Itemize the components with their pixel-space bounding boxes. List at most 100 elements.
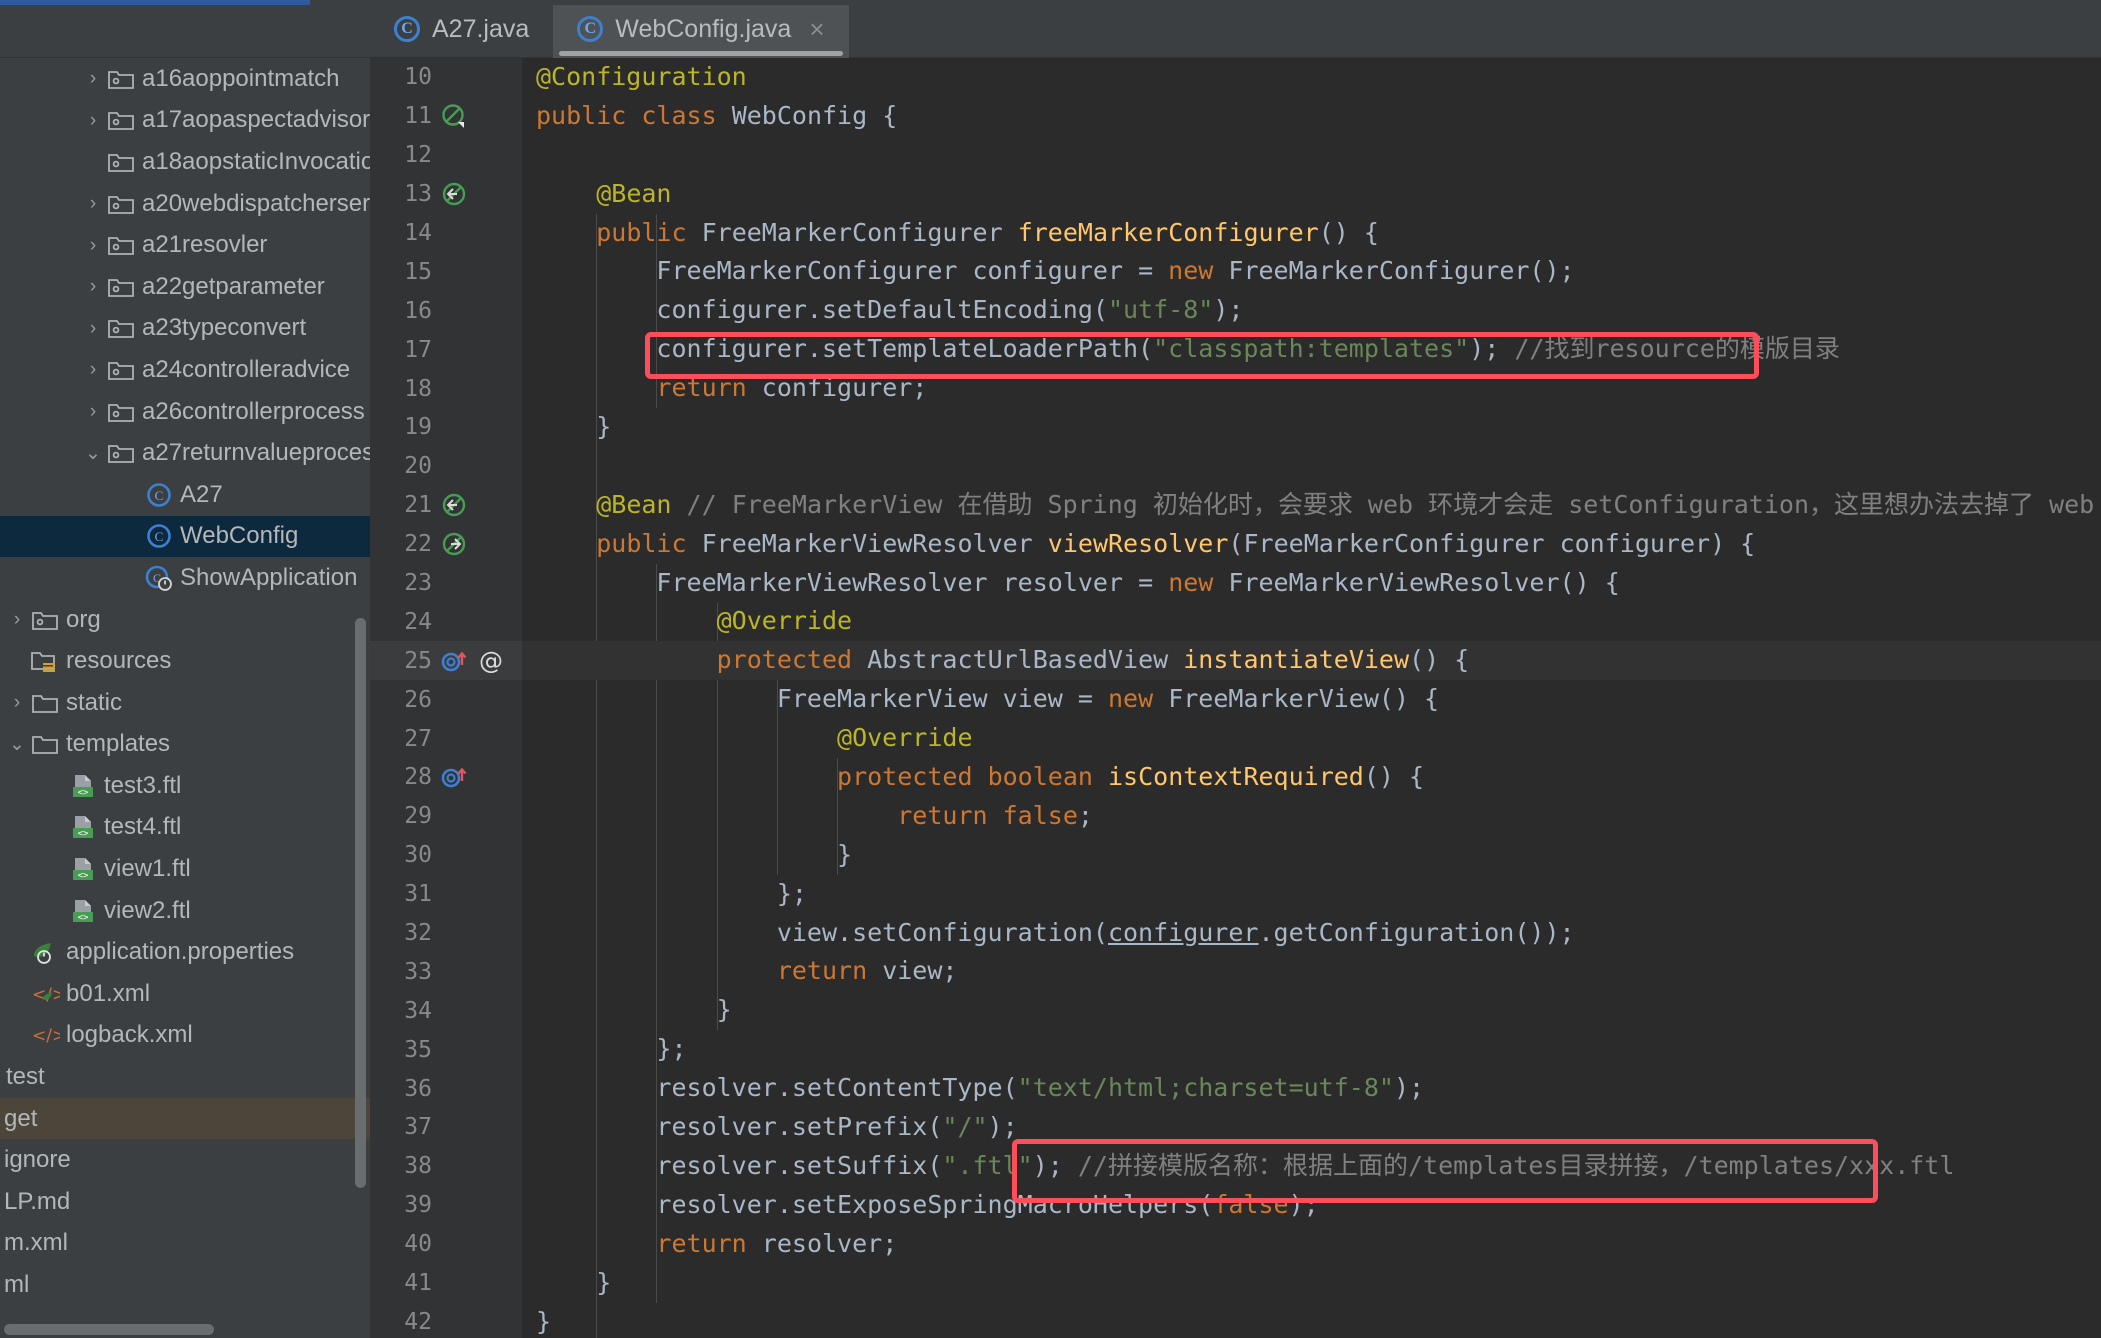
tree-item-ignore[interactable]: ignore [0, 1139, 370, 1181]
tree-item-resources[interactable]: resources [0, 640, 370, 682]
code-line-10[interactable]: @Configuration [522, 58, 2101, 97]
tree-item-a27[interactable]: C A27 [0, 474, 370, 516]
gutter-line-19[interactable]: 19 [370, 408, 522, 447]
code-line-18[interactable]: return configurer; [522, 369, 2101, 408]
tree-item-a17aopaspectadvisor[interactable]: › a17aopaspectadvisor [0, 100, 370, 142]
tree-item-a20webdispatcherserv[interactable]: › a20webdispatcherserv [0, 183, 370, 225]
code-line-32[interactable]: view.setConfiguration(configurer.getConf… [522, 914, 2101, 953]
gutter-line-26[interactable]: 26 [370, 680, 522, 719]
code-line-34[interactable]: } [522, 991, 2101, 1030]
code-line-19[interactable]: } [522, 408, 2101, 447]
gutter-line-27[interactable]: 27 [370, 719, 522, 758]
bean-method-marker-icon[interactable] [440, 491, 468, 519]
code-line-33[interactable]: return view; [522, 952, 2101, 991]
chevron-right-icon[interactable]: › [82, 277, 104, 296]
gutter-line-18[interactable]: 18 [370, 369, 522, 408]
code-line-40[interactable]: return resolver; [522, 1225, 2101, 1264]
tree-item-static[interactable]: › static [0, 682, 370, 724]
code-line-17[interactable]: configurer.setTemplateLoaderPath("classp… [522, 330, 2101, 369]
tree-item-a18aopstaticinvocatio[interactable]: a18aopstaticInvocatio [0, 141, 370, 183]
chevron-right-icon[interactable]: › [6, 610, 28, 629]
tree-item-a16aoppointmatch[interactable]: › a16aoppointmatch [0, 58, 370, 100]
gutter-line-31[interactable]: 31 [370, 875, 522, 914]
code-line-20[interactable] [522, 447, 2101, 486]
project-tree-horizontal-scrollbar[interactable] [0, 1320, 370, 1338]
gutter-line-16[interactable]: 16 [370, 291, 522, 330]
tree-item-m-xml[interactable]: m.xml [0, 1223, 370, 1265]
gutter-line-22[interactable]: 22 [370, 525, 522, 564]
code-line-36[interactable]: resolver.setContentType("text/html;chars… [522, 1069, 2101, 1108]
code-line-11[interactable]: public class WebConfig { [522, 97, 2101, 136]
gutter-line-20[interactable]: 20 [370, 447, 522, 486]
tree-item-a21resovler[interactable]: › a21resovler [0, 224, 370, 266]
code-line-16[interactable]: configurer.setDefaultEncoding("utf-8"); [522, 291, 2101, 330]
code-line-26[interactable]: FreeMarkerView view = new FreeMarkerView… [522, 680, 2101, 719]
gutter-line-38[interactable]: 38 [370, 1147, 522, 1186]
code-line-13[interactable]: @Bean [522, 175, 2101, 214]
override-method-marker-icon[interactable] [440, 763, 472, 791]
gutter-line-10[interactable]: 10 [370, 58, 522, 97]
tree-item-a22getparameter[interactable]: › a22getparameter [0, 266, 370, 308]
code-line-27[interactable]: @Override [522, 719, 2101, 758]
tree-item-application-properties[interactable]: application.properties [0, 931, 370, 973]
code-line-14[interactable]: public FreeMarkerConfigurer freeMarkerCo… [522, 214, 2101, 253]
tree-item-test4-ftl[interactable]: <> test4.ftl [0, 807, 370, 849]
code-line-23[interactable]: FreeMarkerViewResolver resolver = new Fr… [522, 564, 2101, 603]
chevron-right-icon[interactable]: › [6, 693, 28, 712]
code-line-35[interactable]: }; [522, 1030, 2101, 1069]
bean-method-marker-icon[interactable] [440, 180, 468, 208]
gutter-line-36[interactable]: 36 [370, 1069, 522, 1108]
code-line-21[interactable]: @Bean // FreeMarkerView 在借助 Spring 初始化时，… [522, 486, 2101, 525]
gutter-line-14[interactable]: 14 [370, 214, 522, 253]
tree-item-view2-ftl[interactable]: <> view2.ftl [0, 890, 370, 932]
code-line-12[interactable] [522, 136, 2101, 175]
tree-item-get[interactable]: get [0, 1097, 370, 1140]
project-tree-panel[interactable]: › a16aoppointmatch › a17aopaspectadvisor a1… [0, 58, 370, 1338]
chevron-right-icon[interactable]: › [82, 360, 104, 379]
gutter-line-32[interactable]: 32 [370, 914, 522, 953]
code-lines[interactable]: @Configuration public class WebConfig { @… [522, 58, 2101, 1338]
code-line-30[interactable]: } [522, 836, 2101, 875]
close-icon[interactable]: × [809, 14, 824, 45]
annotation-at-icon[interactable]: @ [476, 647, 506, 675]
tree-item-logback-xml[interactable]: </> logback.xml [0, 1015, 370, 1057]
gutter-line-15[interactable]: 15 [370, 252, 522, 291]
code-text-area[interactable]: @Configuration public class WebConfig { @… [522, 58, 2101, 1338]
tree-item-view1-ftl[interactable]: <> view1.ftl [0, 848, 370, 890]
gutter-line-25[interactable]: 25 @ [370, 641, 522, 681]
tree-item-templates[interactable]: ⌄ templates [0, 724, 370, 766]
tree-item-a26controllerprocess[interactable]: › a26controllerprocess [0, 391, 370, 433]
code-line-29[interactable]: return false; [522, 797, 2101, 836]
code-line-28[interactable]: protected boolean isContextRequired() { [522, 758, 2101, 797]
code-line-24[interactable]: @Override [522, 602, 2101, 641]
gutter-line-24[interactable]: 24 [370, 602, 522, 641]
tree-item-showapplication[interactable]: C ShowApplication [0, 557, 370, 599]
chevron-right-icon[interactable]: › [82, 402, 104, 421]
code-line-15[interactable]: FreeMarkerConfigurer configurer = new Fr… [522, 252, 2101, 291]
code-line-25[interactable]: protected AbstractUrlBasedView instantia… [522, 641, 2101, 681]
editor-gutter[interactable]: 10 11 12 13 14 15 16 17 18 19 20 21 22 23 24 25 @26 27 28 2… [370, 58, 522, 1338]
gutter-line-12[interactable]: 12 [370, 136, 522, 175]
tree-item-webconfig[interactable]: C WebConfig [0, 515, 370, 558]
gutter-line-28[interactable]: 28 [370, 758, 522, 797]
gutter-line-35[interactable]: 35 [370, 1030, 522, 1069]
tree-item-org[interactable]: › org [0, 599, 370, 641]
gutter-line-34[interactable]: 34 [370, 991, 522, 1030]
tree-item-test[interactable]: test [0, 1056, 370, 1098]
chevron-right-icon[interactable]: › [82, 111, 104, 130]
chevron-right-icon[interactable]: › [82, 236, 104, 255]
code-line-38[interactable]: resolver.setSuffix(".ftl"); //拼接模版名称：根据上… [522, 1147, 2101, 1186]
tree-item-a24controlleradvice[interactable]: › a24controlleradvice [0, 349, 370, 391]
code-line-22[interactable]: public FreeMarkerViewResolver viewResolv… [522, 525, 2101, 564]
gutter-line-13[interactable]: 13 [370, 175, 522, 214]
chevron-right-icon[interactable]: › [82, 69, 104, 88]
code-editor[interactable]: 10 11 12 13 14 15 16 17 18 19 20 21 22 23 24 25 @26 27 28 2… [370, 58, 2101, 1338]
scrollbar-thumb[interactable] [4, 1324, 214, 1335]
editor-tab-a27-java[interactable]: C A27.java [370, 0, 553, 58]
tree-item-a23typeconvert[interactable]: › a23typeconvert [0, 308, 370, 350]
project-tree-vertical-scrollbar[interactable] [355, 618, 366, 1188]
chevron-right-icon[interactable]: › [82, 194, 104, 213]
gutter-line-33[interactable]: 33 [370, 952, 522, 991]
bean-navigate-marker-icon[interactable] [440, 530, 468, 558]
editor-tab-webconfig-java[interactable]: C WebConfig.java × [553, 0, 849, 58]
